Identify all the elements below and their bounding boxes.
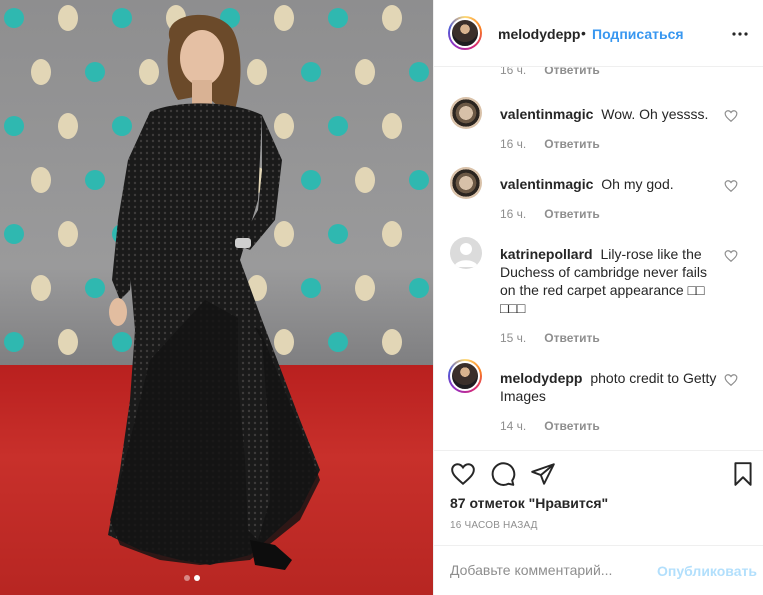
- post-photo[interactable]: [0, 0, 433, 595]
- commenter-username[interactable]: valentinmagic: [500, 106, 593, 122]
- post-timestamp[interactable]: 16 часов назад: [450, 520, 538, 531]
- comment-time[interactable]: 16 ч.: [500, 207, 526, 221]
- commenter-avatar[interactable]: [450, 237, 482, 269]
- post-sidebar: melodydepp • Подписаться 16 ч. Ответить: [433, 0, 763, 595]
- publish-button[interactable]: Опубликовать: [657, 563, 757, 579]
- reply-button[interactable]: Ответить: [544, 207, 599, 221]
- carousel-dot: [184, 575, 190, 581]
- comment-icon[interactable]: [490, 461, 516, 487]
- comment-text-block: katrinepollard Lily-rose like the Duches…: [500, 245, 722, 317]
- comment-time[interactable]: 15 ч.: [500, 331, 526, 345]
- commenter-avatar[interactable]: [450, 97, 482, 129]
- comment-item: melodydepp photo credit to Getty Images …: [434, 359, 763, 449]
- commenter-username[interactable]: valentinmagic: [500, 176, 593, 192]
- comment-time[interactable]: 16 ч.: [500, 67, 526, 77]
- bookmark-icon[interactable]: [730, 461, 756, 487]
- comment-text-block: valentinmagic Oh my god.: [500, 175, 722, 193]
- comment-text: Oh my god.: [601, 176, 674, 192]
- comment-like-icon[interactable]: [724, 249, 738, 263]
- heart-icon[interactable]: [450, 461, 476, 487]
- default-user-icon: [454, 243, 478, 267]
- comment-item: 16 ч. Ответить: [434, 67, 763, 85]
- comments-list[interactable]: 16 ч. Ответить valentinmagic Wow. Oh yess…: [434, 67, 763, 450]
- comment-meta: 14 ч. Ответить: [500, 419, 600, 433]
- commenter-avatar[interactable]: [450, 167, 482, 199]
- reply-button[interactable]: Ответить: [544, 331, 599, 345]
- commenter-avatar[interactable]: [448, 359, 482, 393]
- comment-time[interactable]: 16 ч.: [500, 137, 526, 151]
- comment-meta: 16 ч. Ответить: [500, 67, 600, 77]
- comment-text-block: melodydepp photo credit to Getty Images: [500, 369, 722, 405]
- comment-like-icon[interactable]: [724, 373, 738, 387]
- comment-like-icon[interactable]: [724, 109, 738, 123]
- comment-item: valentinmagic Wow. Oh yessss. 16 ч. Ответ…: [434, 97, 763, 167]
- more-horizontal-icon[interactable]: [728, 22, 752, 46]
- likes-count[interactable]: 87 отметок "Нравится": [450, 495, 608, 511]
- post-header: melodydepp • Подписаться: [434, 0, 763, 67]
- share-icon[interactable]: [530, 461, 556, 487]
- reply-button[interactable]: Ответить: [544, 67, 599, 77]
- comment-meta: 16 ч. Ответить: [500, 207, 600, 221]
- instagram-post: melodydepp • Подписаться 16 ч. Ответить: [0, 0, 763, 595]
- header-separator: •: [581, 25, 586, 41]
- follow-button[interactable]: Подписаться: [592, 26, 684, 42]
- carousel-dot-active: [194, 575, 200, 581]
- commenter-username[interactable]: melodydepp: [500, 370, 582, 386]
- comment-input[interactable]: [450, 558, 650, 582]
- post-actions: 87 отметок "Нравится" 16 часов назад: [434, 450, 763, 542]
- comment-time[interactable]: 14 ч.: [500, 419, 526, 433]
- commenter-username[interactable]: katrinepollard: [500, 246, 593, 262]
- add-comment-bar: Опубликовать: [434, 545, 763, 595]
- comment-item: valentinmagic Oh my god. 16 ч. Ответить: [434, 167, 763, 237]
- author-avatar[interactable]: [448, 16, 482, 50]
- reply-button[interactable]: Ответить: [544, 419, 599, 433]
- comment-text-block: valentinmagic Wow. Oh yessss.: [500, 105, 722, 123]
- author-username[interactable]: melodydepp: [498, 26, 580, 42]
- comment-item: katrinepollard Lily-rose like the Duches…: [434, 237, 763, 361]
- comment-like-icon[interactable]: [724, 179, 738, 193]
- comment-meta: 15 ч. Ответить: [500, 331, 600, 345]
- carousel-indicator: [184, 575, 208, 583]
- comment-text: Wow. Oh yessss.: [601, 106, 709, 122]
- reply-button[interactable]: Ответить: [544, 137, 599, 151]
- comment-meta: 16 ч. Ответить: [500, 137, 600, 151]
- photo-subject: [108, 14, 320, 570]
